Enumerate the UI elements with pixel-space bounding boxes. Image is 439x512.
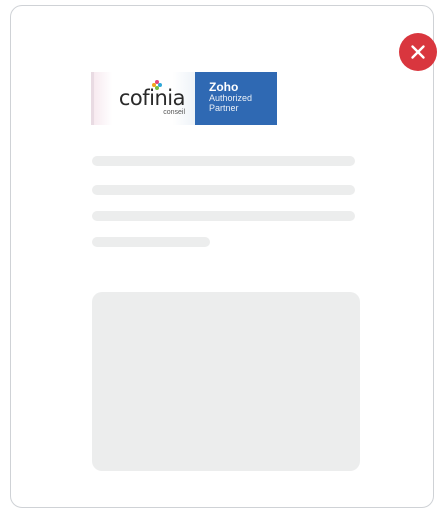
zoho-partner-badge: Zoho Authorized Partner bbox=[195, 72, 277, 125]
skeleton-line bbox=[92, 237, 210, 247]
skeleton-line bbox=[92, 156, 355, 166]
close-x-icon bbox=[411, 45, 425, 59]
skeleton-content-block bbox=[92, 292, 360, 471]
brand-name: cofinia bbox=[118, 86, 186, 110]
cofinia-logo: cofinia conseil bbox=[91, 72, 195, 125]
modal-card: cofinia conseil Zoho Authorized Partner bbox=[10, 5, 437, 508]
cofinia-mark-icon bbox=[152, 80, 162, 90]
skeleton-line bbox=[92, 185, 355, 195]
partner-line-2: Partner bbox=[209, 103, 239, 113]
brand-subtitle: conseil bbox=[163, 109, 185, 116]
skeleton-line bbox=[92, 211, 355, 221]
partner-logo: cofinia conseil Zoho Authorized Partner bbox=[91, 72, 277, 125]
partner-line-1: Authorized bbox=[209, 93, 253, 103]
close-button[interactable] bbox=[399, 33, 437, 71]
partner-title: Zoho bbox=[209, 80, 239, 94]
